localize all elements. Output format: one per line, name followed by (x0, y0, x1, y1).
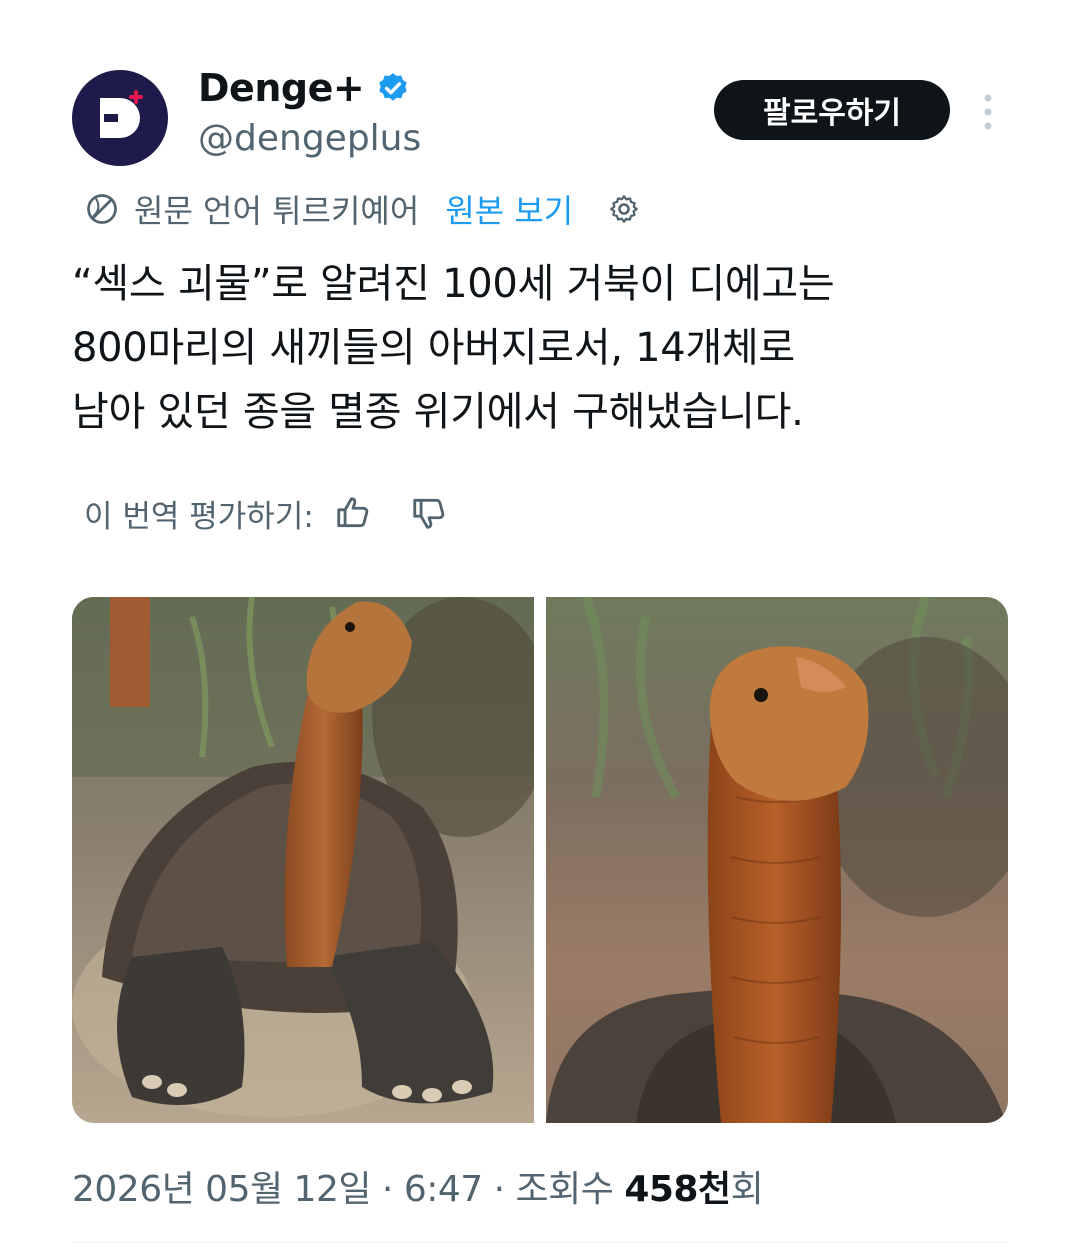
rate-translation-label: 이 번역 평가하기: (84, 498, 314, 535)
author-display-name[interactable]: Denge+ (198, 66, 365, 110)
thumbs-up-icon[interactable] (334, 494, 372, 532)
more-options-icon[interactable] (978, 92, 998, 132)
author-handle[interactable]: @dengeplus (198, 118, 421, 159)
views-count: 458천 (624, 1169, 731, 1210)
translate-globe-icon (87, 194, 117, 224)
avatar[interactable] (72, 70, 168, 166)
gear-icon[interactable] (607, 192, 641, 226)
verified-badge-icon (379, 73, 407, 101)
tortoise-photo-head-closeup[interactable] (546, 597, 1008, 1123)
divider (72, 1242, 1008, 1243)
tortoise-photo-full-body[interactable] (72, 597, 534, 1123)
tweet-text: “섹스 괴물”로 알려진 100세 거북이 디에고는 800마리의 새끼들의 아… (72, 261, 835, 435)
follow-button[interactable]: 팔로우하기 (714, 80, 950, 140)
post-date[interactable]: 2026년 05월 12일 (72, 1169, 371, 1210)
views-label: 조회수 (515, 1169, 625, 1210)
author-name-row[interactable]: Denge+ (198, 66, 410, 110)
translation-info-row: 원문 언어 튀르키예어 원본 보기 (84, 186, 641, 232)
denge-logo-icon (100, 90, 143, 138)
meta-separator: · (370, 1169, 404, 1210)
views-suffix: 회 (730, 1169, 764, 1210)
meta-separator: · (482, 1169, 516, 1210)
show-original-link[interactable]: 원본 보기 (445, 186, 573, 232)
post-time[interactable]: 6:47 (404, 1169, 483, 1210)
media-grid (72, 597, 1008, 1123)
rate-translation-row: 이 번역 평가하기: (84, 490, 448, 536)
thumbs-down-icon[interactable] (410, 494, 448, 532)
source-language-text: 원문 언어 튀르키예어 (134, 192, 420, 230)
tweet-meta: 2026년 05월 12일 · 6:47 · 조회수 458천회 (72, 1160, 764, 1212)
